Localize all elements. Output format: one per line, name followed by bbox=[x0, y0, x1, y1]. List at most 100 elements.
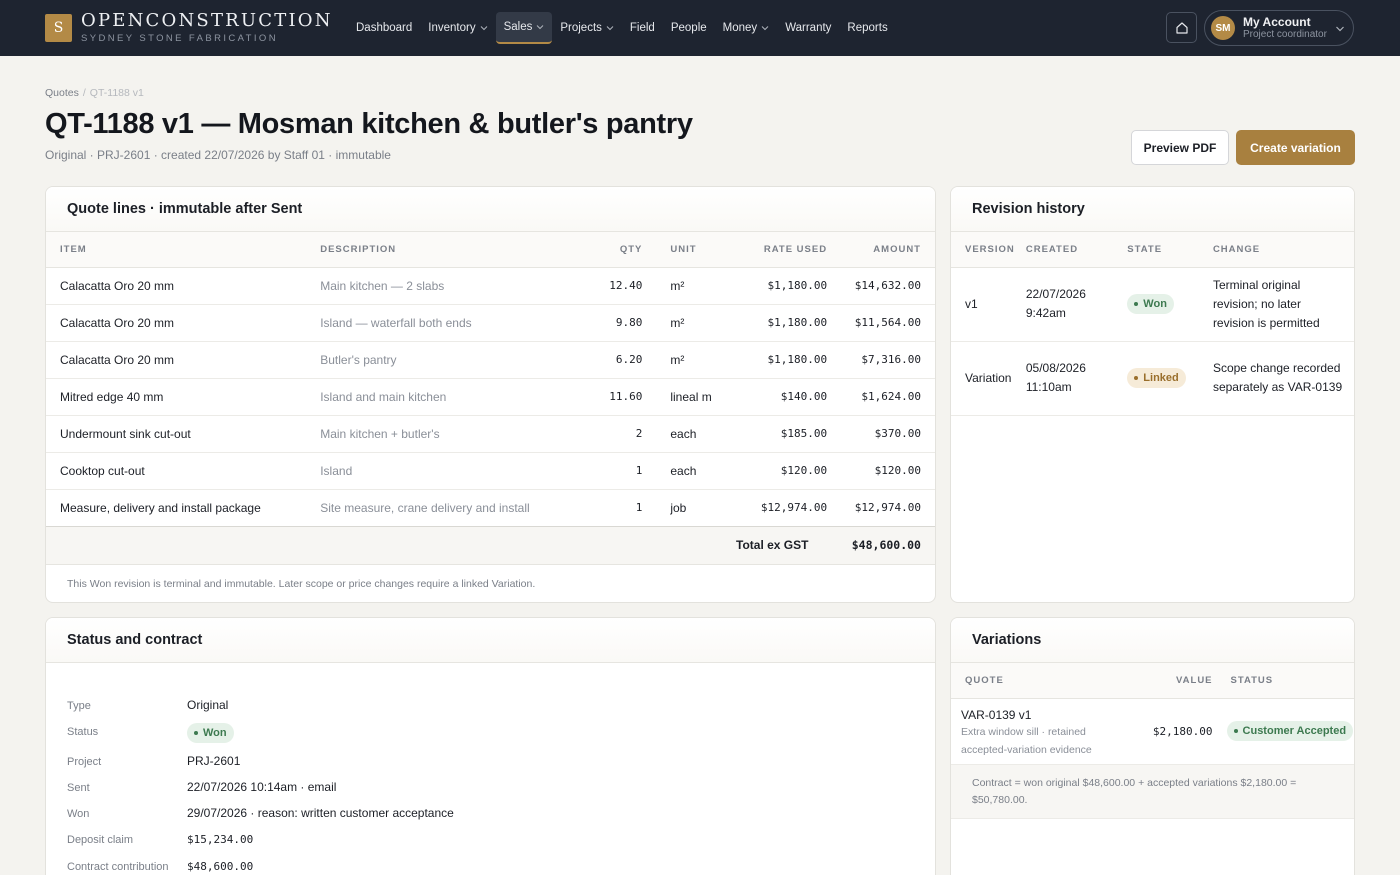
cell-unit: each bbox=[642, 415, 723, 453]
col-rate[interactable]: RATE USED bbox=[722, 232, 828, 268]
cell-rate: $1,180.00 bbox=[722, 304, 828, 342]
nav-label: Warranty bbox=[785, 22, 832, 34]
field-label: Project bbox=[67, 756, 102, 768]
account-menu[interactable]: SM My Account Project coordinator bbox=[1204, 10, 1354, 46]
nav-field[interactable]: Field bbox=[622, 12, 663, 44]
quote-lines-table: ITEM DESCRIPTION QTY UNIT RATE USED AMOU… bbox=[46, 232, 935, 527]
variation-note: Extra window sill · retained accepted-va… bbox=[961, 725, 1092, 756]
chevron-down-icon bbox=[480, 26, 487, 31]
breadcrumb-quotes[interactable]: Quotes bbox=[45, 87, 79, 99]
create-variation-button[interactable]: Create variation bbox=[1236, 130, 1355, 165]
field-label: Deposit claim bbox=[67, 834, 134, 846]
nav-projects[interactable]: Projects bbox=[552, 12, 622, 44]
field-value[interactable]: PRJ-2601 bbox=[187, 754, 240, 768]
nav-dashboard[interactable]: Dashboard bbox=[348, 12, 420, 44]
nav-label: Reports bbox=[847, 22, 888, 34]
cell-rate: $1,180.00 bbox=[722, 267, 828, 305]
col-state: STATE bbox=[1127, 232, 1213, 268]
variation-value: $2,180.00 bbox=[1129, 698, 1213, 765]
cell-rate: $185.00 bbox=[722, 415, 828, 453]
status-contract-card: Status and contract Type Original Status… bbox=[45, 617, 936, 875]
nav-reports[interactable]: Reports bbox=[839, 12, 895, 44]
revision-time: 11:10am bbox=[1025, 380, 1072, 394]
home-button[interactable] bbox=[1166, 12, 1197, 43]
field-value: 22/07/2026 10:14am · email bbox=[187, 780, 337, 794]
status-badge: Customer Accepted bbox=[1226, 721, 1354, 741]
cell-amount: $12,974.00 bbox=[827, 489, 935, 527]
cell-description: Island bbox=[320, 452, 580, 490]
table-row[interactable]: Calacatta Oro 20 mm Butler's pantry 6.20 m²… bbox=[46, 341, 935, 379]
status-badge: Linked bbox=[1127, 368, 1186, 388]
table-row[interactable]: Calacatta Oro 20 mm Island — waterfall bo… bbox=[46, 304, 935, 342]
table-row[interactable]: Measure, delivery and install package Sit… bbox=[46, 489, 935, 527]
field-value: Original bbox=[187, 698, 229, 712]
cell-qty: 1 bbox=[579, 452, 643, 490]
cell-item: Undermount sink cut-out bbox=[46, 415, 321, 453]
cell-description: Site measure, crane delivery and install bbox=[320, 489, 580, 527]
cell-qty: 2 bbox=[579, 415, 643, 453]
table-row[interactable]: Undermount sink cut-out Main kitchen + bu… bbox=[46, 415, 935, 453]
total-row: Total ex GST $48,600.00 bbox=[46, 526, 935, 565]
field-label: Sent bbox=[67, 782, 90, 794]
status-text: Won bbox=[1143, 298, 1167, 310]
nav-money[interactable]: Money bbox=[715, 12, 778, 44]
col-item[interactable]: ITEM bbox=[46, 232, 321, 268]
revision-change: Terminal original revision; no later rev… bbox=[1212, 267, 1354, 342]
col-value: VALUE bbox=[1129, 663, 1213, 699]
brand-subtitle: SYDNEY STONE FABRICATION bbox=[81, 33, 278, 44]
cell-description: Butler's pantry bbox=[320, 341, 580, 379]
table-row[interactable]: Calacatta Oro 20 mm Main kitchen — 2 slab… bbox=[46, 267, 935, 305]
avatar: SM bbox=[1211, 16, 1235, 40]
cell-amount: $1,624.00 bbox=[827, 378, 935, 416]
breadcrumb-current: QT-1188 v1 bbox=[89, 87, 144, 99]
breadcrumb: Quotes / QT-1188 v1 bbox=[45, 87, 144, 99]
cell-item: Mitred edge 40 mm bbox=[46, 378, 321, 416]
nav-label: Money bbox=[722, 22, 758, 34]
revision-date: 22/07/2026 bbox=[1025, 287, 1086, 301]
total-label: Total ex GST bbox=[736, 538, 809, 552]
field-label: Type bbox=[67, 700, 91, 712]
nav-inventory[interactable]: Inventory bbox=[420, 12, 495, 44]
home-icon bbox=[1175, 21, 1188, 34]
nav-people[interactable]: People bbox=[663, 12, 715, 44]
cell-rate: $140.00 bbox=[722, 378, 828, 416]
cell-item: Calacatta Oro 20 mm bbox=[46, 341, 321, 379]
chevron-down-icon bbox=[606, 26, 614, 31]
revision-row[interactable]: Variation 05/08/2026 11:10am Linked Scope… bbox=[951, 341, 1354, 416]
cell-rate: $1,180.00 bbox=[722, 341, 828, 379]
nav-label: Inventory bbox=[428, 22, 476, 34]
cell-rate: $120.00 bbox=[722, 452, 828, 490]
table-row[interactable]: Mitred edge 40 mm Island and main kitchen… bbox=[46, 378, 935, 416]
col-description[interactable]: DESCRIPTION bbox=[320, 232, 580, 268]
variation-quote[interactable]: VAR-0139 v1 bbox=[961, 708, 1130, 722]
quote-lines-card: Quote lines · immutable after Sent ITEM … bbox=[45, 186, 936, 603]
cell-unit: m² bbox=[642, 341, 723, 379]
cell-qty: 9.80 bbox=[579, 304, 643, 342]
revision-row[interactable]: v1 22/07/2026 9:42am Won Terminal origina… bbox=[951, 267, 1354, 342]
nav-label: Field bbox=[629, 22, 655, 34]
col-unit[interactable]: UNIT bbox=[642, 232, 723, 268]
nav-label: Sales bbox=[503, 21, 533, 33]
variations-table: QUOTE VALUE STATUS VAR-0139 v1 Extra win… bbox=[951, 663, 1354, 765]
quote-lines-body: Calacatta Oro 20 mm Main kitchen — 2 slab… bbox=[46, 267, 935, 527]
revision-version: v1 bbox=[951, 267, 1026, 342]
table-row[interactable]: Cooktop cut-out Island 1 each $120.00 $120.00 bbox=[46, 452, 935, 490]
col-qty[interactable]: QTY bbox=[579, 232, 643, 268]
brand-logo: S bbox=[45, 14, 72, 42]
col-amount[interactable]: AMOUNT bbox=[827, 232, 935, 268]
account-name: My Account bbox=[1243, 14, 1311, 29]
nav-sales[interactable]: Sales bbox=[495, 12, 553, 44]
status-text: Customer Accepted bbox=[1242, 725, 1347, 737]
col-change: CHANGE bbox=[1212, 232, 1354, 268]
chevron-down-icon bbox=[537, 25, 544, 30]
nav-label: People bbox=[670, 22, 707, 34]
cell-unit: lineal m bbox=[642, 378, 723, 416]
brand[interactable]: S OPENCONSTRUCTION SYDNEY STONE FABRICAT… bbox=[45, 12, 333, 44]
nav-label: Dashboard bbox=[356, 22, 413, 34]
preview-pdf-button[interactable]: Preview PDF bbox=[1131, 130, 1229, 165]
col-created: CREATED bbox=[1025, 232, 1128, 268]
contract-summary: Contract = won original $48,600.00 + acc… bbox=[951, 764, 1354, 819]
variation-row[interactable]: VAR-0139 v1 Extra window sill · retained… bbox=[951, 698, 1354, 765]
revision-history-table: VERSION CREATED STATE CHANGE v1 22/07/20… bbox=[951, 232, 1354, 416]
nav-warranty[interactable]: Warranty bbox=[777, 12, 839, 44]
